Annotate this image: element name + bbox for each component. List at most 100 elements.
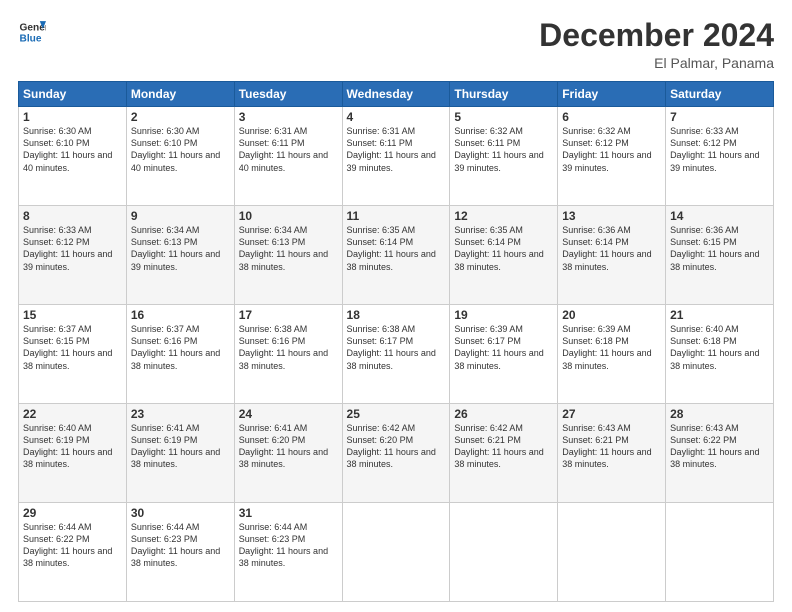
col-wednesday: Wednesday xyxy=(342,82,450,107)
day-number: 15 xyxy=(23,308,122,322)
table-row: 27Sunrise: 6:43 AMSunset: 6:21 PMDayligh… xyxy=(558,404,666,503)
day-info: Sunrise: 6:34 AMSunset: 6:13 PMDaylight:… xyxy=(239,224,338,273)
day-info: Sunrise: 6:39 AMSunset: 6:17 PMDaylight:… xyxy=(454,323,553,372)
day-number: 12 xyxy=(454,209,553,223)
table-row: 31Sunrise: 6:44 AMSunset: 6:23 PMDayligh… xyxy=(234,503,342,602)
day-number: 21 xyxy=(670,308,769,322)
day-info: Sunrise: 6:38 AMSunset: 6:17 PMDaylight:… xyxy=(347,323,446,372)
day-info: Sunrise: 6:44 AMSunset: 6:22 PMDaylight:… xyxy=(23,521,122,570)
col-saturday: Saturday xyxy=(666,82,774,107)
day-number: 11 xyxy=(347,209,446,223)
day-number: 3 xyxy=(239,110,338,124)
main-title: December 2024 xyxy=(539,18,774,53)
table-row: 20Sunrise: 6:39 AMSunset: 6:18 PMDayligh… xyxy=(558,305,666,404)
day-info: Sunrise: 6:35 AMSunset: 6:14 PMDaylight:… xyxy=(347,224,446,273)
calendar-week-row: 29Sunrise: 6:44 AMSunset: 6:22 PMDayligh… xyxy=(19,503,774,602)
day-info: Sunrise: 6:42 AMSunset: 6:20 PMDaylight:… xyxy=(347,422,446,471)
day-number: 13 xyxy=(562,209,661,223)
day-number: 27 xyxy=(562,407,661,421)
table-row: 29Sunrise: 6:44 AMSunset: 6:22 PMDayligh… xyxy=(19,503,127,602)
day-info: Sunrise: 6:36 AMSunset: 6:14 PMDaylight:… xyxy=(562,224,661,273)
svg-text:Blue: Blue xyxy=(20,33,42,44)
day-number: 7 xyxy=(670,110,769,124)
title-block: December 2024 El Palmar, Panama xyxy=(539,18,774,71)
day-number: 16 xyxy=(131,308,230,322)
day-info: Sunrise: 6:41 AMSunset: 6:19 PMDaylight:… xyxy=(131,422,230,471)
day-info: Sunrise: 6:43 AMSunset: 6:22 PMDaylight:… xyxy=(670,422,769,471)
day-number: 6 xyxy=(562,110,661,124)
weekday-header-row: Sunday Monday Tuesday Wednesday Thursday… xyxy=(19,82,774,107)
day-info: Sunrise: 6:43 AMSunset: 6:21 PMDaylight:… xyxy=(562,422,661,471)
logo: General Blue xyxy=(18,18,46,46)
day-info: Sunrise: 6:38 AMSunset: 6:16 PMDaylight:… xyxy=(239,323,338,372)
calendar-week-row: 22Sunrise: 6:40 AMSunset: 6:19 PMDayligh… xyxy=(19,404,774,503)
day-number: 18 xyxy=(347,308,446,322)
table-row: 17Sunrise: 6:38 AMSunset: 6:16 PMDayligh… xyxy=(234,305,342,404)
day-info: Sunrise: 6:40 AMSunset: 6:18 PMDaylight:… xyxy=(670,323,769,372)
day-info: Sunrise: 6:33 AMSunset: 6:12 PMDaylight:… xyxy=(670,125,769,174)
table-row: 6Sunrise: 6:32 AMSunset: 6:12 PMDaylight… xyxy=(558,107,666,206)
table-row xyxy=(450,503,558,602)
day-number: 14 xyxy=(670,209,769,223)
table-row: 8Sunrise: 6:33 AMSunset: 6:12 PMDaylight… xyxy=(19,206,127,305)
col-monday: Monday xyxy=(126,82,234,107)
table-row: 2Sunrise: 6:30 AMSunset: 6:10 PMDaylight… xyxy=(126,107,234,206)
day-number: 1 xyxy=(23,110,122,124)
day-number: 4 xyxy=(347,110,446,124)
day-number: 5 xyxy=(454,110,553,124)
header: General Blue December 2024 El Palmar, Pa… xyxy=(18,18,774,71)
day-number: 29 xyxy=(23,506,122,520)
table-row: 23Sunrise: 6:41 AMSunset: 6:19 PMDayligh… xyxy=(126,404,234,503)
day-info: Sunrise: 6:30 AMSunset: 6:10 PMDaylight:… xyxy=(131,125,230,174)
day-number: 17 xyxy=(239,308,338,322)
day-number: 24 xyxy=(239,407,338,421)
col-friday: Friday xyxy=(558,82,666,107)
day-info: Sunrise: 6:34 AMSunset: 6:13 PMDaylight:… xyxy=(131,224,230,273)
day-number: 9 xyxy=(131,209,230,223)
day-info: Sunrise: 6:41 AMSunset: 6:20 PMDaylight:… xyxy=(239,422,338,471)
table-row: 15Sunrise: 6:37 AMSunset: 6:15 PMDayligh… xyxy=(19,305,127,404)
table-row: 12Sunrise: 6:35 AMSunset: 6:14 PMDayligh… xyxy=(450,206,558,305)
day-number: 22 xyxy=(23,407,122,421)
calendar-week-row: 15Sunrise: 6:37 AMSunset: 6:15 PMDayligh… xyxy=(19,305,774,404)
day-info: Sunrise: 6:40 AMSunset: 6:19 PMDaylight:… xyxy=(23,422,122,471)
table-row: 11Sunrise: 6:35 AMSunset: 6:14 PMDayligh… xyxy=(342,206,450,305)
table-row: 16Sunrise: 6:37 AMSunset: 6:16 PMDayligh… xyxy=(126,305,234,404)
table-row: 7Sunrise: 6:33 AMSunset: 6:12 PMDaylight… xyxy=(666,107,774,206)
day-number: 2 xyxy=(131,110,230,124)
col-thursday: Thursday xyxy=(450,82,558,107)
day-info: Sunrise: 6:44 AMSunset: 6:23 PMDaylight:… xyxy=(239,521,338,570)
table-row: 9Sunrise: 6:34 AMSunset: 6:13 PMDaylight… xyxy=(126,206,234,305)
table-row xyxy=(342,503,450,602)
day-info: Sunrise: 6:32 AMSunset: 6:11 PMDaylight:… xyxy=(454,125,553,174)
table-row: 25Sunrise: 6:42 AMSunset: 6:20 PMDayligh… xyxy=(342,404,450,503)
table-row: 30Sunrise: 6:44 AMSunset: 6:23 PMDayligh… xyxy=(126,503,234,602)
table-row: 24Sunrise: 6:41 AMSunset: 6:20 PMDayligh… xyxy=(234,404,342,503)
day-info: Sunrise: 6:33 AMSunset: 6:12 PMDaylight:… xyxy=(23,224,122,273)
day-info: Sunrise: 6:37 AMSunset: 6:16 PMDaylight:… xyxy=(131,323,230,372)
page: General Blue December 2024 El Palmar, Pa… xyxy=(0,0,792,612)
day-info: Sunrise: 6:35 AMSunset: 6:14 PMDaylight:… xyxy=(454,224,553,273)
day-info: Sunrise: 6:44 AMSunset: 6:23 PMDaylight:… xyxy=(131,521,230,570)
col-tuesday: Tuesday xyxy=(234,82,342,107)
calendar-week-row: 1Sunrise: 6:30 AMSunset: 6:10 PMDaylight… xyxy=(19,107,774,206)
table-row: 10Sunrise: 6:34 AMSunset: 6:13 PMDayligh… xyxy=(234,206,342,305)
day-number: 10 xyxy=(239,209,338,223)
day-info: Sunrise: 6:30 AMSunset: 6:10 PMDaylight:… xyxy=(23,125,122,174)
logo-icon: General Blue xyxy=(18,18,46,46)
table-row: 18Sunrise: 6:38 AMSunset: 6:17 PMDayligh… xyxy=(342,305,450,404)
table-row: 4Sunrise: 6:31 AMSunset: 6:11 PMDaylight… xyxy=(342,107,450,206)
day-info: Sunrise: 6:39 AMSunset: 6:18 PMDaylight:… xyxy=(562,323,661,372)
table-row: 14Sunrise: 6:36 AMSunset: 6:15 PMDayligh… xyxy=(666,206,774,305)
table-row xyxy=(666,503,774,602)
day-info: Sunrise: 6:31 AMSunset: 6:11 PMDaylight:… xyxy=(239,125,338,174)
day-info: Sunrise: 6:32 AMSunset: 6:12 PMDaylight:… xyxy=(562,125,661,174)
table-row: 5Sunrise: 6:32 AMSunset: 6:11 PMDaylight… xyxy=(450,107,558,206)
day-number: 31 xyxy=(239,506,338,520)
day-number: 26 xyxy=(454,407,553,421)
table-row: 19Sunrise: 6:39 AMSunset: 6:17 PMDayligh… xyxy=(450,305,558,404)
table-row: 26Sunrise: 6:42 AMSunset: 6:21 PMDayligh… xyxy=(450,404,558,503)
col-sunday: Sunday xyxy=(19,82,127,107)
table-row: 28Sunrise: 6:43 AMSunset: 6:22 PMDayligh… xyxy=(666,404,774,503)
calendar-table: Sunday Monday Tuesday Wednesday Thursday… xyxy=(18,81,774,602)
